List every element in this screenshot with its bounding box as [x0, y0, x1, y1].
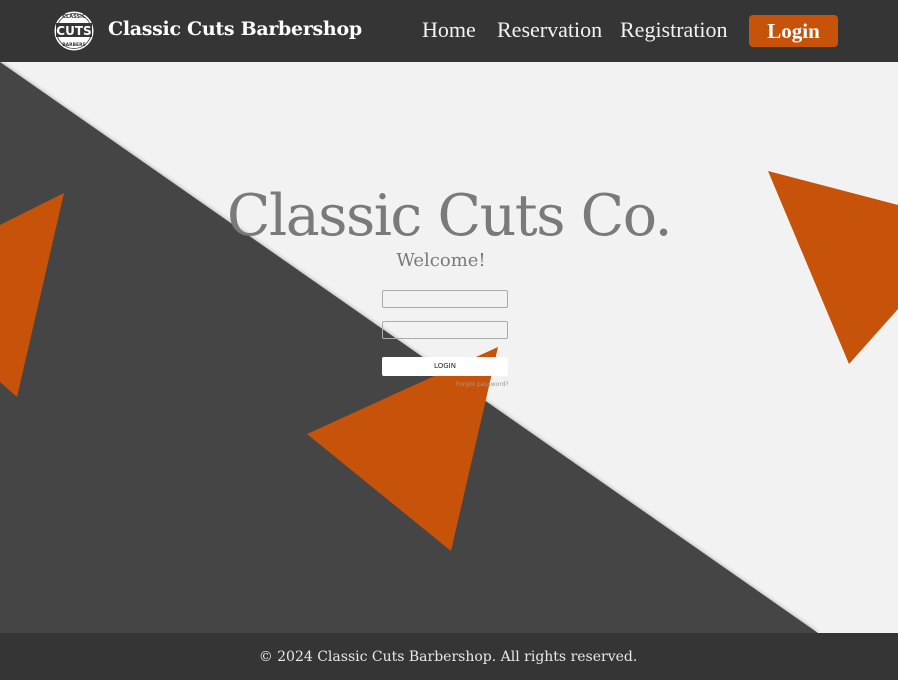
footer: © 2024 Classic Cuts Barbershop. All righ…	[0, 633, 898, 680]
hero-title: Classic Cuts Co.	[226, 183, 673, 249]
forgot-password-link[interactable]: Forgot password?	[456, 381, 509, 388]
welcome-text: Welcome!	[396, 250, 486, 271]
background-shapes	[0, 0, 898, 680]
username-input[interactable]	[382, 290, 508, 308]
barbershop-badge-logo-icon[interactable]: CLASSIC CUTS BARBERS	[53, 5, 95, 57]
login-page: CLASSIC CUTS BARBERS Classic Cuts Barber…	[0, 0, 898, 680]
nav-login-button[interactable]: Login	[749, 15, 838, 47]
brand-name[interactable]: Classic Cuts Barbershop	[108, 18, 362, 40]
password-input[interactable]	[382, 321, 508, 339]
logo-top-text: CLASSIC	[62, 14, 86, 20]
nav-link-reservation[interactable]: Reservation	[497, 17, 602, 43]
navbar: CLASSIC CUTS BARBERS Classic Cuts Barber…	[0, 0, 898, 62]
footer-copyright: © 2024 Classic Cuts Barbershop. All righ…	[258, 649, 638, 665]
login-submit-button[interactable]: LOGIN	[382, 357, 508, 376]
nav-link-home[interactable]: Home	[422, 17, 476, 43]
nav-link-registration[interactable]: Registration	[620, 17, 728, 43]
logo-main-text: CUTS	[56, 24, 91, 38]
logo-bottom-text: BARBERS	[62, 42, 86, 48]
